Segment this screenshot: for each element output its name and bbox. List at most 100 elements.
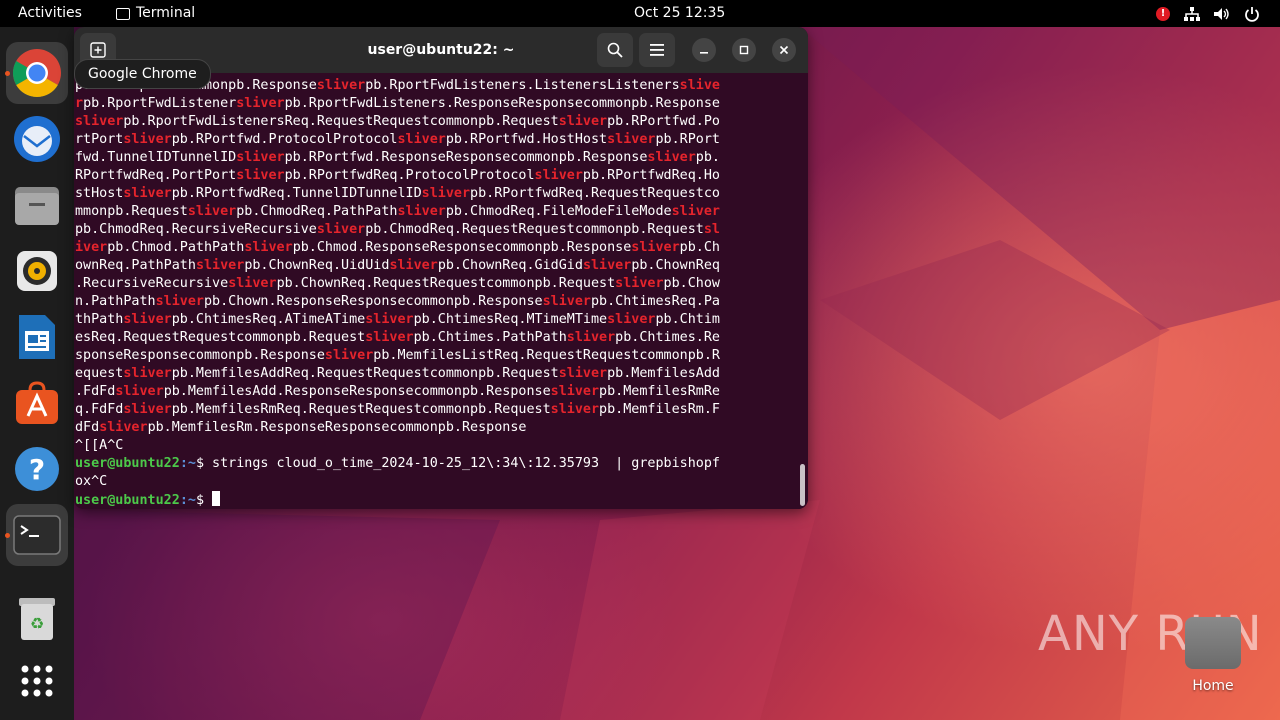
volume-icon <box>1214 7 1229 20</box>
highlighted-match: sliver <box>187 204 237 219</box>
trash-icon: ♻ <box>19 598 55 640</box>
search-button[interactable] <box>597 33 633 67</box>
menu-button[interactable] <box>639 33 675 67</box>
output-text: .FdFd <box>75 384 116 399</box>
highlighted-match: sliver <box>566 330 616 345</box>
output-text: thPath <box>75 312 124 327</box>
output-text: pb.ChownReq.UidUid <box>244 258 390 273</box>
rhythmbox-icon <box>17 251 57 291</box>
output-line: thPathsliverpb.ChtimesReq.ATimeATimesliv… <box>75 312 720 327</box>
highlighted-match: sliver <box>534 168 583 183</box>
files-icon <box>15 187 59 225</box>
highlighted-match: slive <box>679 78 720 93</box>
scrollbar[interactable] <box>800 464 805 506</box>
highlighted-match: sliver <box>236 96 285 111</box>
dock-chrome[interactable] <box>5 42 68 104</box>
output-text: pb.RPortfwdReq.Ho <box>582 168 720 183</box>
output-line: fwd.TunnelIDTunnelIDsliverpb.RPortfwd.Re… <box>75 150 720 165</box>
dock-libreoffice-writer[interactable] <box>6 306 68 368</box>
highlighted-match: sliver <box>316 222 366 237</box>
output-text: pb.RPort <box>655 132 720 147</box>
highlighted-match: sliver <box>99 420 148 435</box>
network-icon <box>1184 6 1200 21</box>
prompt-path: :~ <box>179 493 196 508</box>
maximize-button[interactable] <box>732 38 756 62</box>
terminal-area[interactable]: ponseResponsecommonpb.Responsesliverpb.R… <box>74 73 808 509</box>
dock-app-center[interactable] <box>6 372 68 434</box>
highlighted-match: sliver <box>607 132 656 147</box>
output-line: n.PathPath sliverpb.Chown.ResponseRespons… <box>75 294 720 309</box>
output-line: rtPortsliverpb.RPortfwd.ProtocolProtocol… <box>75 132 720 147</box>
output-text: pb.ChmodReq.RecursiveRecursive <box>75 222 317 237</box>
dock-files[interactable] <box>6 174 68 236</box>
prompt-symbol: $ <box>195 456 204 471</box>
dock-help[interactable]: ? <box>6 438 68 500</box>
highlighted-match: sliver <box>582 258 632 273</box>
output-text: pb.ChtimesReq.Pa <box>590 294 720 309</box>
close-button[interactable] <box>772 38 796 62</box>
output-text: pb.ChownReq <box>631 258 720 273</box>
home-folder-label[interactable]: Home <box>1183 678 1243 694</box>
output-line: q.FdFdsliverpb.MemfilesRmReq.RequestRequ… <box>75 402 720 417</box>
system-tray[interactable]: ! <box>1156 0 1260 27</box>
clock[interactable]: Oct 25 12:35 <box>634 0 725 27</box>
highlighted-match: sliver <box>647 150 696 165</box>
highlighted-match: sliver <box>607 312 656 327</box>
output-line: sponseResponsecommonpb.Responsesliverpb.… <box>75 348 720 363</box>
command-wrap: ox^C <box>75 474 108 489</box>
output-text: pb.RPortfwdReq.RequestRequestco <box>470 186 720 201</box>
highlighted-match: sliver <box>558 114 608 129</box>
output-text: pb.ChownReq.GidGid <box>437 258 583 273</box>
highlighted-match: sliver <box>542 294 591 309</box>
output-text: equest <box>75 366 124 381</box>
output-line: mmonpb.Requestsliverpb.ChmodReq.PathPath… <box>75 204 720 219</box>
dock-terminal[interactable] <box>5 504 68 566</box>
prompt-user: user@ubuntu22 <box>75 493 180 508</box>
highlighted-match: sliver <box>631 240 680 255</box>
output-line: stHostsliverpb.RPortfwdReq.TunnelIDTunne… <box>75 186 720 201</box>
output-line: equestsliverpb.MemfilesAddReq.RequestReq… <box>75 366 720 381</box>
output-text: pb.ChtimesReq.MTimeMTime <box>413 312 608 327</box>
output-line: dFdsliverpb.MemfilesRm.ResponseResponsec… <box>75 420 526 435</box>
output-text: pb.MemfilesAdd <box>607 366 720 381</box>
output-text: pb.ChtimesReq.ATimeATime <box>171 312 366 327</box>
dock-show-apps[interactable] <box>6 650 68 712</box>
output-line: esReq.RequestRequestcommonpb.Request sliv… <box>75 330 720 345</box>
highlighted-match: sliver <box>397 132 446 147</box>
terminal-window[interactable]: user@ubuntu22: ~ ponseResponsecommonpb.R… <box>74 27 808 509</box>
output-text: pb.Chtim <box>655 312 720 327</box>
output-text: pb.Chmod.ResponseResponsecommonpb.Respon… <box>292 240 632 255</box>
app-menu-label: Terminal <box>136 5 196 21</box>
output-text: pb.Chown.ResponseResponsecommonpb.Respon… <box>204 294 543 309</box>
minimize-button[interactable] <box>692 38 716 62</box>
prompt-path: :~ <box>179 456 196 471</box>
output-text: n.PathPath <box>75 294 156 309</box>
dock-thunderbird[interactable] <box>6 108 68 170</box>
output-text: pb.MemfilesRmRe <box>599 384 720 399</box>
output-text: pb.RportFwdListenersReq.RequestRequestco… <box>123 114 559 129</box>
new-tab-icon <box>90 42 106 58</box>
output-text: pb.ChmodReq.PathPath <box>236 204 398 219</box>
close-icon <box>779 45 789 55</box>
output-text: q.FdFd <box>75 402 124 417</box>
writer-icon <box>19 315 55 359</box>
thunderbird-icon <box>14 116 60 162</box>
activities-button[interactable]: Activities <box>18 0 82 27</box>
terminal-icon <box>13 515 61 555</box>
highlighted-match: sliver <box>550 384 600 399</box>
output-text: mmonpb.Request <box>75 204 188 219</box>
output-text: pb.MemfilesRm.F <box>599 402 720 417</box>
dock-rhythmbox[interactable] <box>6 240 68 302</box>
dock-tooltip: Google Chrome <box>74 59 211 89</box>
home-folder-icon[interactable] <box>1185 617 1241 669</box>
dock-trash[interactable]: ♻ <box>6 588 68 650</box>
alert-icon[interactable]: ! <box>1156 6 1170 21</box>
search-icon <box>607 42 623 58</box>
top-bar: Activities Terminal Oct 25 12:35 ! <box>0 0 1280 27</box>
output-line: RPortfwdReq.PortPortsliverpb.RPortfwdReq… <box>75 168 720 183</box>
app-menu[interactable]: Terminal <box>116 0 195 27</box>
output-text: pb.RPortfwd.ProtocolProtocol <box>171 132 398 147</box>
output-line: rpb.RportFwdListenersliverpb.RportFwdLis… <box>75 96 720 111</box>
output-text: esReq.RequestRequestcommonpb.Request <box>75 330 366 345</box>
output-text: pb.Chow <box>663 276 720 291</box>
